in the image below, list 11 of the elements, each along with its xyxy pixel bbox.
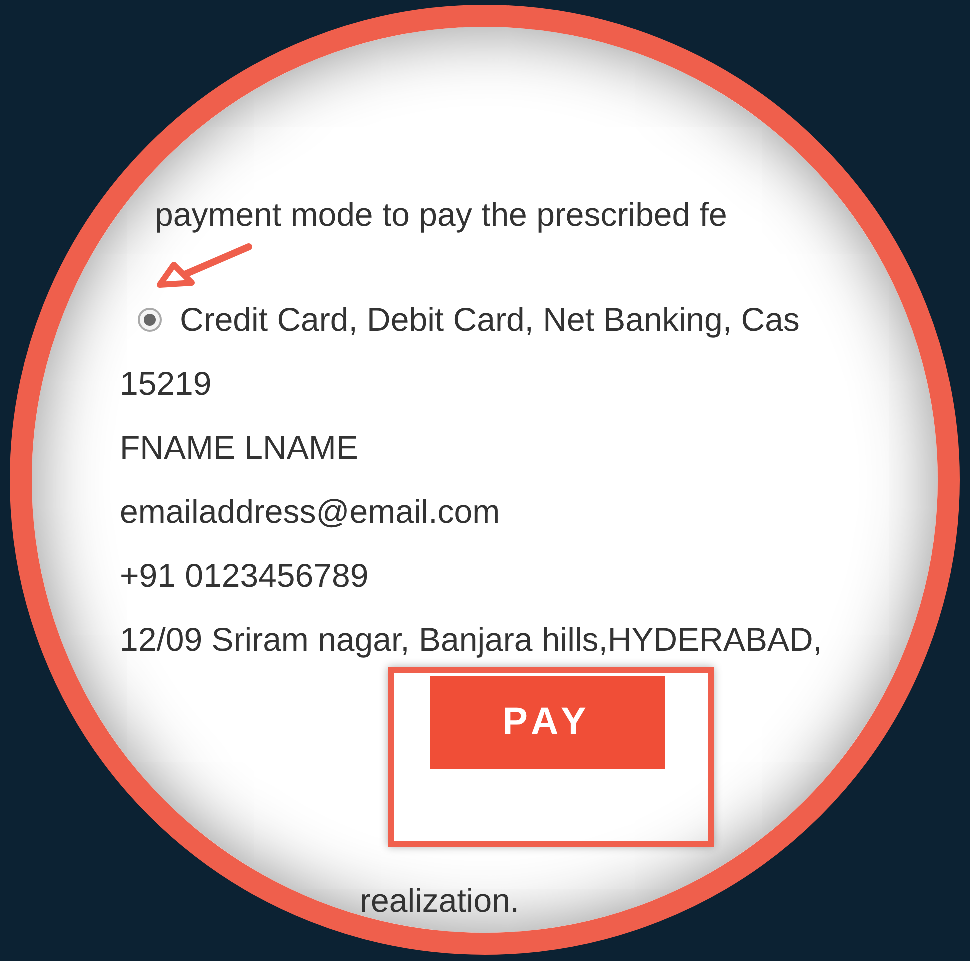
pay-button[interactable]: PAY (430, 676, 665, 769)
instruction-text: payment mode to pay the prescribed fe (155, 195, 728, 235)
arrow-icon (154, 243, 254, 289)
detail-text: +91 0123456789 (120, 556, 369, 596)
detail-text: 12/09 Sriram nagar, Banjara hills,HYDERABAD, (120, 620, 822, 660)
footer-text: realization. (360, 881, 520, 921)
payment-option[interactable]: Credit Card, Debit Card, Net Banking, Cas (138, 288, 800, 352)
radio-button[interactable] (138, 308, 162, 332)
detail-text: FNAME LNAME (120, 428, 358, 468)
detail-text: emailaddress@email.com (120, 492, 500, 532)
detail-text: 15219 (120, 364, 212, 404)
